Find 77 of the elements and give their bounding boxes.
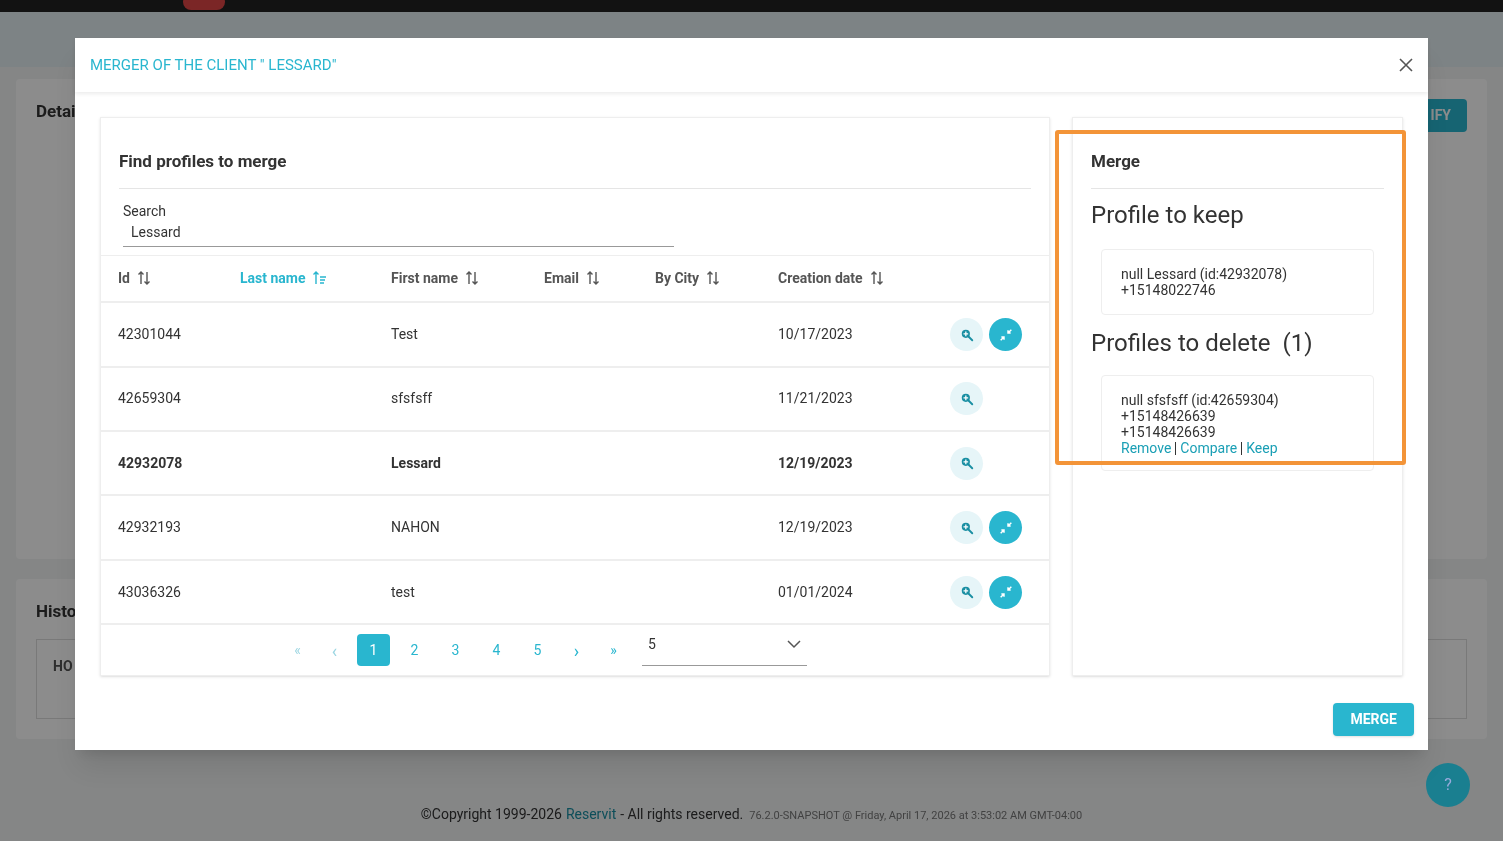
table-cell-text: 42932078: [118, 453, 184, 473]
dialog-title: MERGER OF THE CLIENT " LESSARD": [90, 54, 337, 76]
rights-text: - All rights reserved.: [620, 805, 744, 824]
section-title: Histo: [36, 600, 78, 623]
table-cell-text: Test: [391, 325, 419, 344]
chevron-down-icon: [787, 640, 801, 650]
table-cell-text: 12/19/2023: [778, 453, 854, 473]
column-header[interactable]: First name: [391, 267, 544, 289]
profile-detail: +15148426639: [1121, 407, 1216, 424]
zoom-in-icon: [959, 327, 974, 342]
zoom-in-icon: [959, 456, 974, 471]
column-header[interactable]: Id: [118, 267, 240, 289]
panel-title: Find profiles to merge: [119, 151, 287, 171]
next-page-button[interactable]: ›: [562, 636, 591, 664]
view-button[interactable]: [950, 511, 983, 545]
table-cell-text: 42659304: [118, 389, 182, 409]
page-button[interactable]: 2: [398, 634, 431, 667]
view-button[interactable]: [950, 446, 983, 480]
section-title: Detai: [36, 100, 76, 123]
view-button[interactable]: [950, 382, 983, 416]
close-icon[interactable]: [1399, 58, 1413, 72]
page-size-select[interactable]: 5: [642, 634, 807, 667]
collapse-arrows-icon: [997, 584, 1014, 601]
copyright-text: ©Copyright 1999-2026: [420, 805, 562, 824]
table-cell-text: 10/17/2023: [778, 325, 854, 344]
first-page-button[interactable]: «: [283, 639, 312, 661]
table-cell-text: 12/19/2023: [778, 518, 854, 538]
field-value: Lessard: [130, 222, 182, 242]
help-button[interactable]: ?: [1426, 763, 1470, 807]
page-button[interactable]: 5: [521, 634, 554, 667]
sort-ascending-icon: [311, 270, 328, 287]
sort-icon: [136, 270, 152, 287]
page-button[interactable]: 3: [439, 634, 472, 667]
table-cell-text: Lessard: [391, 453, 442, 473]
merge-button[interactable]: MERGE: [1333, 703, 1414, 736]
profile-detail: null sfsfsff (id:42659304): [1121, 391, 1280, 408]
column-header[interactable]: Creation date: [778, 267, 928, 289]
table-cell-text: test: [391, 582, 416, 602]
action-link[interactable]: Compare: [1180, 439, 1238, 456]
table-cell-text: 42301044: [118, 325, 182, 344]
column-header[interactable]: Email: [544, 267, 655, 289]
search-field[interactable]: Search Lessard: [123, 200, 674, 247]
profile-detail: null Lessard (id:42932078): [1121, 265, 1289, 282]
collapse-arrows-icon: [997, 519, 1014, 536]
last-page-button[interactable]: »: [599, 639, 628, 661]
merge-row-button[interactable]: [989, 318, 1022, 351]
table-cell-text: 43036326: [118, 582, 182, 602]
view-button[interactable]: [950, 318, 983, 351]
page-button[interactable]: 4: [480, 634, 513, 667]
zoom-in-icon: [959, 391, 974, 406]
action-link[interactable]: Remove: [1121, 439, 1172, 456]
view-button[interactable]: [950, 575, 983, 609]
table-cell-text: 11/21/2023: [778, 389, 854, 409]
table-cell-text: 42932193: [118, 518, 182, 538]
version-text: 76.2.0-SNAPSHOT @ Friday, April 17, 2026 at 3:53:02 AM GMT-04:00: [749, 808, 1083, 824]
brand-link[interactable]: Reservit: [565, 804, 617, 825]
column-header: HO: [53, 657, 73, 674]
section-heading: Profiles to delete (1): [1091, 327, 1314, 359]
table-cell-text: sfsfsff: [391, 389, 434, 409]
profile-detail: +15148022746: [1121, 281, 1216, 298]
profile-detail: +15148426639: [1121, 423, 1217, 440]
section-heading: Profile to keep: [1091, 199, 1245, 231]
previous-page-button[interactable]: ‹: [320, 636, 349, 664]
page-button[interactable]: 1: [357, 634, 390, 667]
merge-row-button[interactable]: [989, 575, 1022, 609]
field-label: Search: [123, 201, 167, 221]
panel-title: Merge: [1091, 151, 1141, 171]
zoom-in-icon: [959, 520, 974, 535]
table-cell-text: 01/01/2024: [778, 582, 854, 602]
zoom-in-icon: [959, 585, 974, 600]
column-header[interactable]: By City: [655, 267, 778, 289]
merge-row-button[interactable]: [989, 511, 1022, 545]
sort-icon: [705, 270, 722, 287]
column-header[interactable]: Last name: [240, 267, 391, 289]
collapse-arrows-icon: [997, 326, 1014, 343]
table-cell-text: NAHON: [391, 518, 441, 538]
action-link[interactable]: Keep: [1246, 439, 1278, 456]
